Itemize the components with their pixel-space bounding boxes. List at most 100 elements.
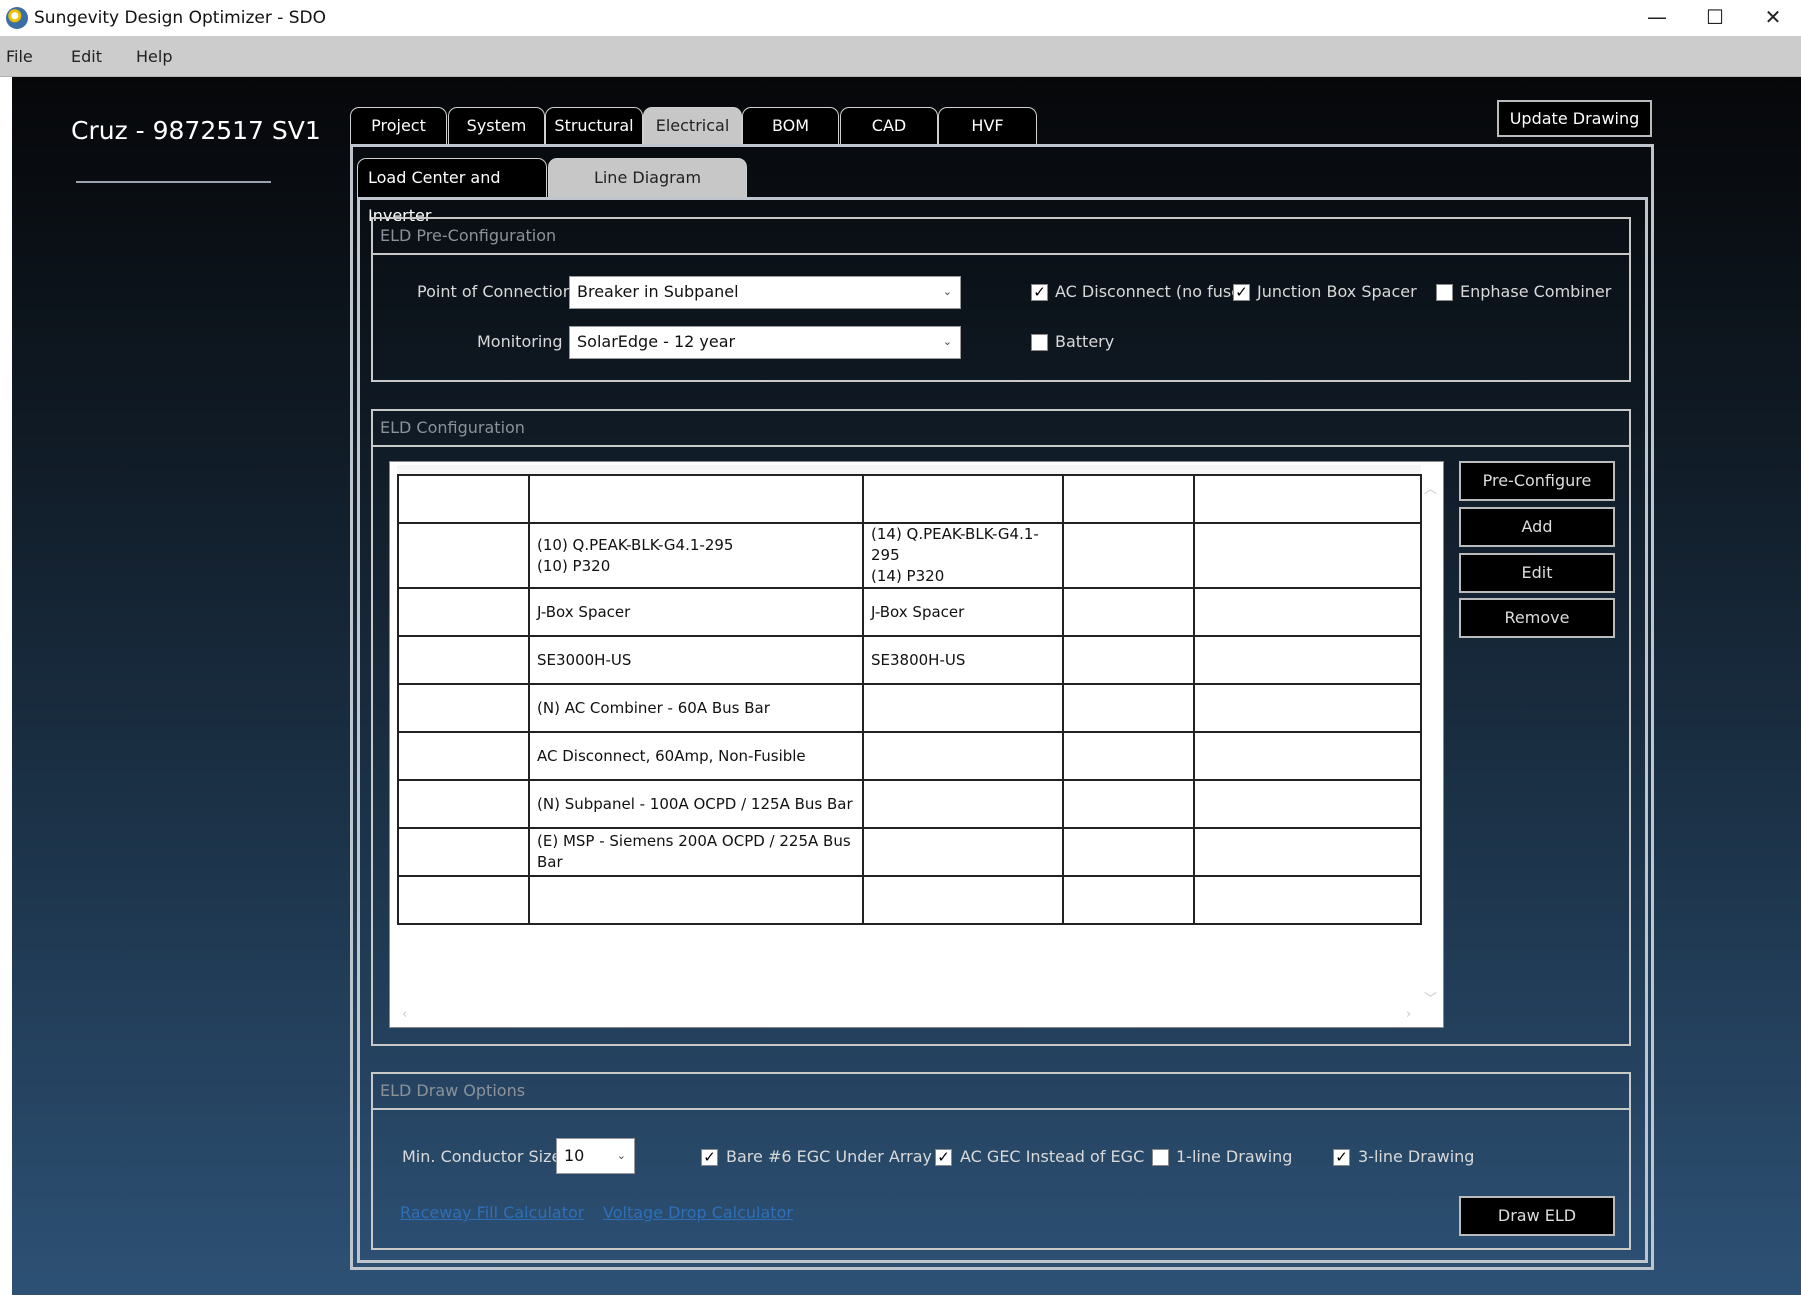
update-drawing-button[interactable]: Update Drawing — [1497, 100, 1652, 137]
table-cell[interactable] — [1062, 731, 1195, 781]
remove-button[interactable]: Remove — [1459, 598, 1615, 638]
table-cell[interactable] — [862, 474, 1064, 524]
menu-edit[interactable]: Edit — [71, 47, 102, 66]
table-cell[interactable]: J-Box Spacer — [862, 587, 1064, 637]
table-row[interactable]: AC Disconnect, 60Amp, Non-Fusible — [397, 731, 1422, 781]
table-cell[interactable] — [862, 731, 1064, 781]
table-cell[interactable] — [1193, 587, 1422, 637]
ac-disconnect-checkbox[interactable]: ✓ — [1031, 284, 1048, 301]
table-cell[interactable] — [397, 779, 530, 829]
table-cell[interactable]: SE3000H-US — [528, 635, 864, 685]
table-cell[interactable] — [1062, 827, 1195, 877]
table-cell[interactable] — [397, 683, 530, 733]
tab-structural[interactable]: Structural — [545, 107, 643, 145]
table-row[interactable] — [397, 474, 1422, 524]
point-of-connection-select[interactable]: Breaker in Subpanel ⌄ — [569, 276, 961, 309]
scroll-up-icon[interactable]: ︿ — [1424, 478, 1437, 497]
junction-box-spacer-checkbox[interactable]: ✓ — [1233, 284, 1250, 301]
three-line-drawing-checkbox[interactable]: ✓ — [1333, 1149, 1350, 1166]
draw-eld-button[interactable]: Draw ELD — [1459, 1196, 1615, 1236]
monitoring-select[interactable]: SolarEdge - 12 year ⌄ — [569, 326, 961, 359]
ac-gec-checkbox[interactable]: ✓ — [935, 1149, 952, 1166]
one-line-drawing-checkbox[interactable] — [1152, 1149, 1169, 1166]
table-cell[interactable] — [1062, 474, 1195, 524]
table-cell[interactable] — [862, 875, 1064, 925]
table-cell[interactable] — [1062, 779, 1195, 829]
subtab-line-diagram[interactable]: Line Diagram — [548, 158, 747, 198]
tab-electrical[interactable]: Electrical — [643, 107, 742, 145]
eld-configuration-grid[interactable]: (10) Q.PEAK-BLK-G4.1-295 (10) P320 (14) Q.… — [389, 461, 1444, 1028]
scroll-right-icon[interactable]: › — [1406, 1007, 1411, 1022]
table-row[interactable]: (E) MSP - Siemens 200A OCPD / 225A Bus B… — [397, 827, 1422, 877]
tab-cad[interactable]: CAD — [840, 107, 938, 145]
edit-button[interactable]: Edit — [1459, 553, 1615, 593]
table-cell[interactable] — [1193, 635, 1422, 685]
table-row[interactable]: (10) Q.PEAK-BLK-G4.1-295 (10) P320 (14) Q.… — [397, 522, 1422, 589]
enphase-combiner-checkbox[interactable] — [1436, 284, 1453, 301]
enphase-combiner-label: Enphase Combiner — [1460, 282, 1612, 301]
min-conductor-size-select[interactable]: 10 ⌄ — [556, 1138, 635, 1174]
table-cell[interactable] — [862, 779, 1064, 829]
table-cell[interactable] — [397, 522, 530, 589]
table-cell[interactable]: J-Box Spacer — [528, 587, 864, 637]
subtab-load-center-and-inverter[interactable]: Load Center and Inverter — [357, 158, 547, 225]
table-row[interactable]: (N) Subpanel - 100A OCPD / 125A Bus Bar — [397, 779, 1422, 829]
cell-text: (E) MSP - Siemens 200A OCPD / 225A Bus B… — [537, 832, 851, 871]
table-cell[interactable] — [528, 875, 864, 925]
table-cell[interactable] — [1062, 875, 1195, 925]
table-cell[interactable]: (N) AC Combiner - 60A Bus Bar — [528, 683, 864, 733]
pre-configure-button[interactable]: Pre-Configure — [1459, 461, 1615, 501]
table-cell[interactable] — [397, 827, 530, 877]
cell-text: (14) Q.PEAK-BLK-G4.1-295 — [871, 525, 1039, 564]
table-cell[interactable] — [1062, 635, 1195, 685]
maximize-button[interactable]: ☐ — [1686, 0, 1744, 36]
tab-system[interactable]: System — [448, 107, 545, 145]
table-cell[interactable] — [1193, 875, 1422, 925]
eld-configuration-group: ELD Configuration (10) Q.PEAK-BLK-G4.1-2… — [371, 409, 1631, 1046]
table-cell[interactable] — [397, 474, 530, 524]
tab-project[interactable]: Project — [350, 107, 447, 145]
table-cell[interactable] — [397, 731, 530, 781]
voltage-drop-calculator-link[interactable]: Voltage Drop Calculator — [603, 1203, 793, 1222]
table-cell[interactable] — [397, 875, 530, 925]
tab-bom[interactable]: BOM — [742, 107, 839, 145]
table-cell[interactable] — [1193, 474, 1422, 524]
table-row[interactable]: (N) AC Combiner - 60A Bus Bar — [397, 683, 1422, 733]
table-cell[interactable] — [528, 474, 864, 524]
table-cell[interactable]: (E) MSP - Siemens 200A OCPD / 225A Bus B… — [528, 827, 864, 877]
table-cell[interactable] — [397, 635, 530, 685]
table-cell[interactable] — [1062, 587, 1195, 637]
bare-egc-label: Bare #6 EGC Under Array — [726, 1147, 932, 1166]
bare-egc-checkbox[interactable]: ✓ — [701, 1149, 718, 1166]
minimize-button[interactable]: — — [1628, 0, 1686, 36]
window-title: Sungevity Design Optimizer - SDO — [34, 8, 327, 28]
min-conductor-size-value: 10 — [564, 1146, 585, 1165]
table-row[interactable] — [397, 875, 1422, 925]
table-cell[interactable]: (N) Subpanel - 100A OCPD / 125A Bus Bar — [528, 779, 864, 829]
add-button[interactable]: Add — [1459, 507, 1615, 547]
battery-checkbox[interactable] — [1031, 334, 1048, 351]
table-cell[interactable] — [1193, 683, 1422, 733]
table-cell[interactable] — [1062, 522, 1195, 589]
table-cell[interactable]: SE3800H-US — [862, 635, 1064, 685]
menu-file[interactable]: File — [6, 47, 33, 66]
scroll-left-icon[interactable]: ‹ — [402, 1007, 407, 1022]
table-cell[interactable] — [862, 683, 1064, 733]
table-cell[interactable] — [1193, 522, 1422, 589]
table-cell[interactable] — [1193, 779, 1422, 829]
scroll-down-icon[interactable]: ﹀ — [1424, 988, 1437, 1007]
table-cell[interactable] — [1062, 683, 1195, 733]
table-row[interactable]: J-Box Spacer J-Box Spacer — [397, 587, 1422, 637]
table-cell[interactable]: AC Disconnect, 60Amp, Non-Fusible — [528, 731, 864, 781]
table-cell[interactable] — [1193, 827, 1422, 877]
close-button[interactable]: ✕ — [1744, 0, 1801, 36]
table-cell[interactable]: (10) Q.PEAK-BLK-G4.1-295 (10) P320 — [528, 522, 864, 589]
raceway-fill-calculator-link[interactable]: Raceway Fill Calculator — [400, 1203, 584, 1222]
table-cell[interactable]: (14) Q.PEAK-BLK-G4.1-295 (14) P320 — [862, 522, 1064, 589]
table-cell[interactable] — [862, 827, 1064, 877]
table-cell[interactable] — [1193, 731, 1422, 781]
tab-hvf[interactable]: HVF — [938, 107, 1037, 145]
table-cell[interactable] — [397, 587, 530, 637]
menu-help[interactable]: Help — [136, 47, 172, 66]
table-row[interactable]: SE3000H-US SE3800H-US — [397, 635, 1422, 685]
